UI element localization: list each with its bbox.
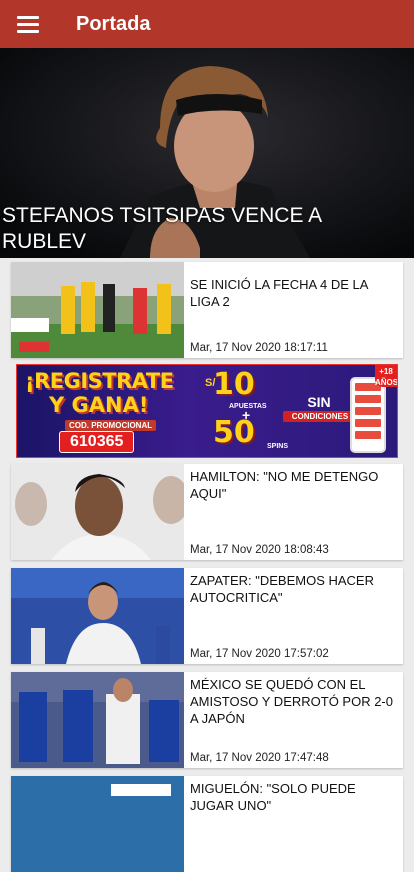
article-thumbnail (11, 568, 184, 664)
promo-spins-label: SPINS (267, 443, 289, 450)
hero-headline: STEFANOS TSITSIPAS VENCE A RUBLEV (2, 204, 321, 253)
hero-story[interactable]: STEFANOS TSITSIPAS VENCE A RUBLEV (0, 48, 414, 258)
article-thumbnail (11, 262, 184, 358)
app-bar: Portada (0, 0, 414, 48)
news-card[interactable]: SE INICIÓ LA FECHA 4 DE LA LIGA 2 Mar, 1… (11, 262, 403, 358)
article-headline: HAMILTON: "NO ME DETENGO AQUI" (190, 469, 379, 501)
age-badge: +18 AÑOS (375, 365, 398, 387)
article-info: MÉXICO SE QUEDÓ CON EL AMISTOSO Y DERROT… (184, 672, 403, 768)
article-info: MIGUELÓN: "SOLO PUEDE JUGAR UNO" (184, 776, 403, 872)
article-date: Mar, 17 Nov 2020 17:47:48 (190, 752, 329, 764)
promo-conditions: CONDICIONES (283, 411, 357, 422)
promo-code-label: COD. PROMOCIONAL (65, 420, 157, 431)
promo-bets-amount: 10 (213, 367, 255, 402)
hamburger-menu-icon[interactable] (0, 0, 56, 48)
phone-icon (350, 377, 386, 453)
promo-sin: SIN (307, 394, 331, 410)
promo-banner[interactable]: ¡REGISTRATE Y GANA! COD. PROMOCIONAL 610… (16, 364, 398, 458)
promo-spins-amount: 50 (213, 415, 255, 450)
article-info: HAMILTON: "NO ME DETENGO AQUI" Mar, 17 N… (184, 464, 403, 560)
article-thumbnail (11, 776, 184, 872)
article-date: Mar, 17 Nov 2020 18:08:43 (190, 544, 329, 556)
promo-line-2: Y GANA! (49, 393, 149, 417)
article-date: Mar, 17 Nov 2020 17:57:02 (190, 648, 329, 660)
article-thumbnail (11, 464, 184, 560)
news-card[interactable]: ZAPATER: "DEBEMOS HACER AUTOCRITICA" Mar… (11, 568, 403, 664)
news-card[interactable]: MIGUELÓN: "SOLO PUEDE JUGAR UNO" (11, 776, 403, 872)
promo-code: 610365 (59, 431, 135, 453)
news-card[interactable]: MÉXICO SE QUEDÓ CON EL AMISTOSO Y DERROT… (11, 672, 403, 768)
news-card[interactable]: HAMILTON: "NO ME DETENGO AQUI" Mar, 17 N… (11, 464, 403, 560)
article-date: Mar, 17 Nov 2020 18:17:11 (190, 342, 328, 354)
article-headline: MIGUELÓN: "SOLO PUEDE JUGAR UNO" (190, 781, 356, 813)
article-headline: ZAPATER: "DEBEMOS HACER AUTOCRITICA" (190, 573, 374, 605)
promo-line-1: ¡REGISTRATE (25, 369, 174, 393)
article-thumbnail (11, 672, 184, 768)
article-headline: MÉXICO SE QUEDÓ CON EL AMISTOSO Y DERROT… (190, 677, 393, 726)
article-headline: SE INICIÓ LA FECHA 4 DE LA LIGA 2 (190, 277, 368, 309)
page-title: Portada (76, 12, 151, 35)
article-info: SE INICIÓ LA FECHA 4 DE LA LIGA 2 Mar, 1… (184, 262, 403, 358)
article-info: ZAPATER: "DEBEMOS HACER AUTOCRITICA" Mar… (184, 568, 403, 664)
